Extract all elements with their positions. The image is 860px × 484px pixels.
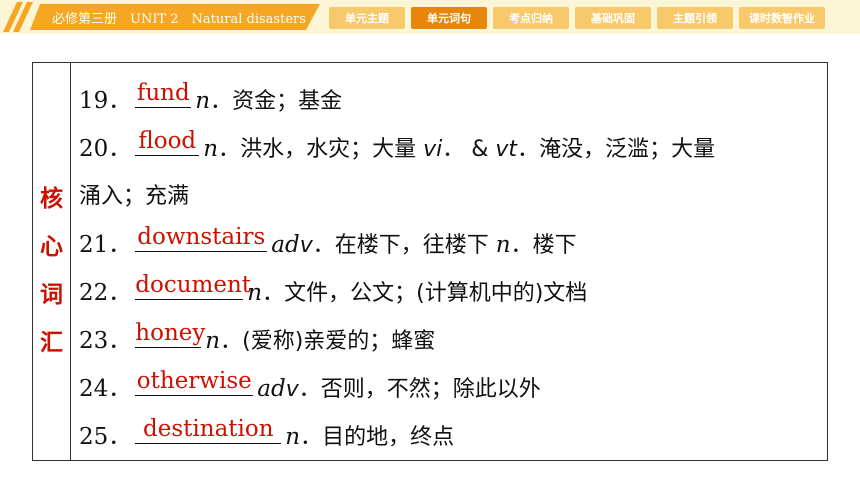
definition: ．否则，不然；除此以外 (298, 377, 541, 402)
tab-basic-practice[interactable]: 基础巩固 (575, 7, 651, 29)
vocab-table: 核 心 词 汇 19． fund n．资金；基金 20． flood n．洪水，水灾；大… (32, 62, 828, 461)
tab-unit-vocab[interactable]: 单元词句 (411, 7, 487, 29)
answer-text: destination (143, 416, 274, 442)
definition: 涌入；充满 (79, 184, 190, 209)
section-label-char: 心 (40, 234, 63, 260)
item-number: 22． (79, 280, 132, 306)
tab-unit-theme[interactable]: 单元主题 (329, 7, 405, 29)
part-of-speech: v (285, 377, 299, 402)
item-number: 20． (79, 136, 132, 162)
top-nav-bar: 必修第三册 UNIT 2 Natural disasters 单元主题 单元词句… (0, 0, 860, 34)
answer-text: fund (136, 80, 190, 106)
item-number: 25． (79, 424, 132, 450)
tab-theme-guide[interactable]: 主题引领 (657, 7, 733, 29)
part-of-speech: ad (257, 376, 286, 402)
part-of-speech: n (285, 424, 301, 450)
part-of-speech: v (299, 233, 313, 258)
item-number: 19． (79, 88, 132, 114)
vocab-item: 19． fund n．资金；基金 (79, 81, 343, 115)
definition: ．洪水，水灾；大量 (218, 137, 424, 162)
part-of-speech: n (495, 232, 511, 258)
definition: ．目的地，终点 (300, 425, 455, 450)
vocab-item: 20． flood n．洪水，水灾；大量 vi． & vt．淹没，泛滥；大量 (79, 129, 716, 163)
answer-blank: fund (135, 81, 192, 108)
part-of-speech: ad (271, 232, 300, 258)
answer-blank: document (135, 273, 251, 300)
vocab-item: 21． downstairs adv．在楼下，往楼下 n．楼下 (79, 225, 577, 259)
vocab-item: 24． otherwise adv．否则，不然；除此以外 (79, 369, 541, 403)
part-of-speech: n (205, 328, 221, 354)
part-of-speech: vt (495, 137, 518, 162)
part-of-speech: vi (423, 137, 443, 162)
answer-blank: downstairs (135, 225, 268, 252)
book-title: 必修第三册 UNIT 2 Natural disasters (30, 4, 320, 30)
answer-text: otherwise (136, 368, 252, 394)
tab-homework[interactable]: 课时数智作业 (739, 7, 825, 29)
answer-text: flood (138, 128, 197, 154)
definition: ．(爱称)亲爱的；蜂蜜 (220, 329, 436, 354)
definition: ． & (442, 137, 496, 162)
section-label-char: 汇 (40, 330, 63, 356)
section-label-char: 核 (40, 186, 63, 212)
answer-blank: otherwise (135, 369, 254, 396)
definition: ．资金；基金 (210, 89, 343, 114)
vocab-item-continuation: 涌入；充满 (79, 181, 189, 211)
part-of-speech: n (203, 136, 219, 162)
section-label: 核 心 词 汇 (33, 63, 71, 460)
answer-text: downstairs (137, 224, 266, 250)
answer-blank: honey (135, 321, 205, 348)
answer-text: honey (135, 320, 206, 346)
part-of-speech: n (195, 88, 211, 114)
item-number: 24． (79, 376, 132, 402)
tab-key-points[interactable]: 考点归纳 (493, 7, 569, 29)
definition: ．楼下 (510, 233, 577, 258)
vocab-item: 25． destination n．目的地，终点 (79, 417, 455, 451)
answer-blank: flood (135, 129, 200, 156)
vocab-item: 23． honey n．(爱称)亲爱的；蜂蜜 (79, 321, 436, 355)
item-number: 23． (79, 328, 132, 354)
answer-blank: destination (135, 417, 282, 444)
vocab-item: 22． document n．文件，公文；(计算机中的)文档 (79, 273, 588, 307)
section-label-char: 词 (40, 282, 63, 308)
definition: ．淹没，泛滥；大量 (517, 137, 716, 162)
definition: ．在楼下，往楼下 (312, 233, 496, 258)
definition: ．文件，公文；(计算机中的)文档 (262, 281, 588, 306)
answer-text: document (135, 272, 252, 298)
item-number: 21． (79, 232, 132, 258)
